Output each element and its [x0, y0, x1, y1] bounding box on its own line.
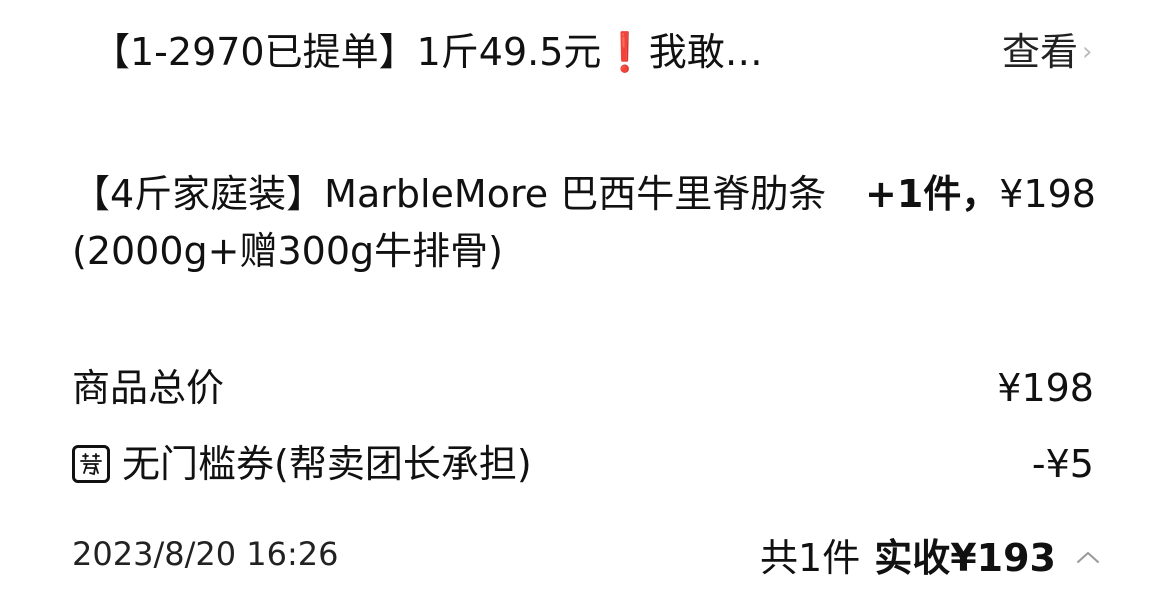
total-area: 共1件 实收¥193 [760, 528, 1102, 584]
coupon-row: 无门槛券(帮卖团长承担) -¥5 [72, 438, 1100, 490]
order-header: 【1-2970已提单】1斤49.5元❗我敢… 查看 › [92, 22, 1092, 82]
view-button[interactable]: 查看 [1002, 28, 1078, 76]
coupon-value: -¥5 [1031, 442, 1094, 486]
goods-total-label: 商品总价 [72, 366, 225, 410]
goods-total-row: 商品总价 ¥198 [72, 362, 1100, 414]
order-card: 【1-2970已提单】1斤49.5元❗我敢… 查看 › 【4斤家庭装】Marbl… [0, 0, 1170, 614]
chevron-up-icon[interactable] [1074, 528, 1102, 563]
order-time: 2023/8/20 16:26 [72, 535, 339, 573]
product-name: 【4斤家庭装】MarbleMore 巴西牛里脊肋条(2000g+赠300g牛排骨… [72, 172, 827, 273]
coupon-label: 无门槛券(帮卖团长承担) [122, 442, 532, 486]
total-count: 共1件 [760, 536, 861, 580]
order-footer: 2023/8/20 16:26 共1件 实收¥193 [72, 528, 1102, 580]
chevron-right-icon[interactable]: › [1082, 38, 1092, 66]
paid-amount: 实收¥193 [874, 536, 1056, 580]
coupon-label-wrap: 无门槛券(帮卖团长承担) [72, 438, 532, 490]
goods-total-value: ¥198 [997, 366, 1094, 410]
coupon-icon [72, 445, 110, 483]
product-quantity: +1件， [865, 172, 1000, 216]
product-item[interactable]: 【4斤家庭装】MarbleMore 巴西牛里脊肋条(2000g+赠300g牛排骨… [72, 166, 1102, 286]
product-price: ¥198 [999, 172, 1096, 216]
product-quantity-price: +1件，¥198 [865, 166, 1096, 223]
group-title[interactable]: 【1-2970已提单】1斤49.5元❗我敢… [92, 28, 763, 76]
